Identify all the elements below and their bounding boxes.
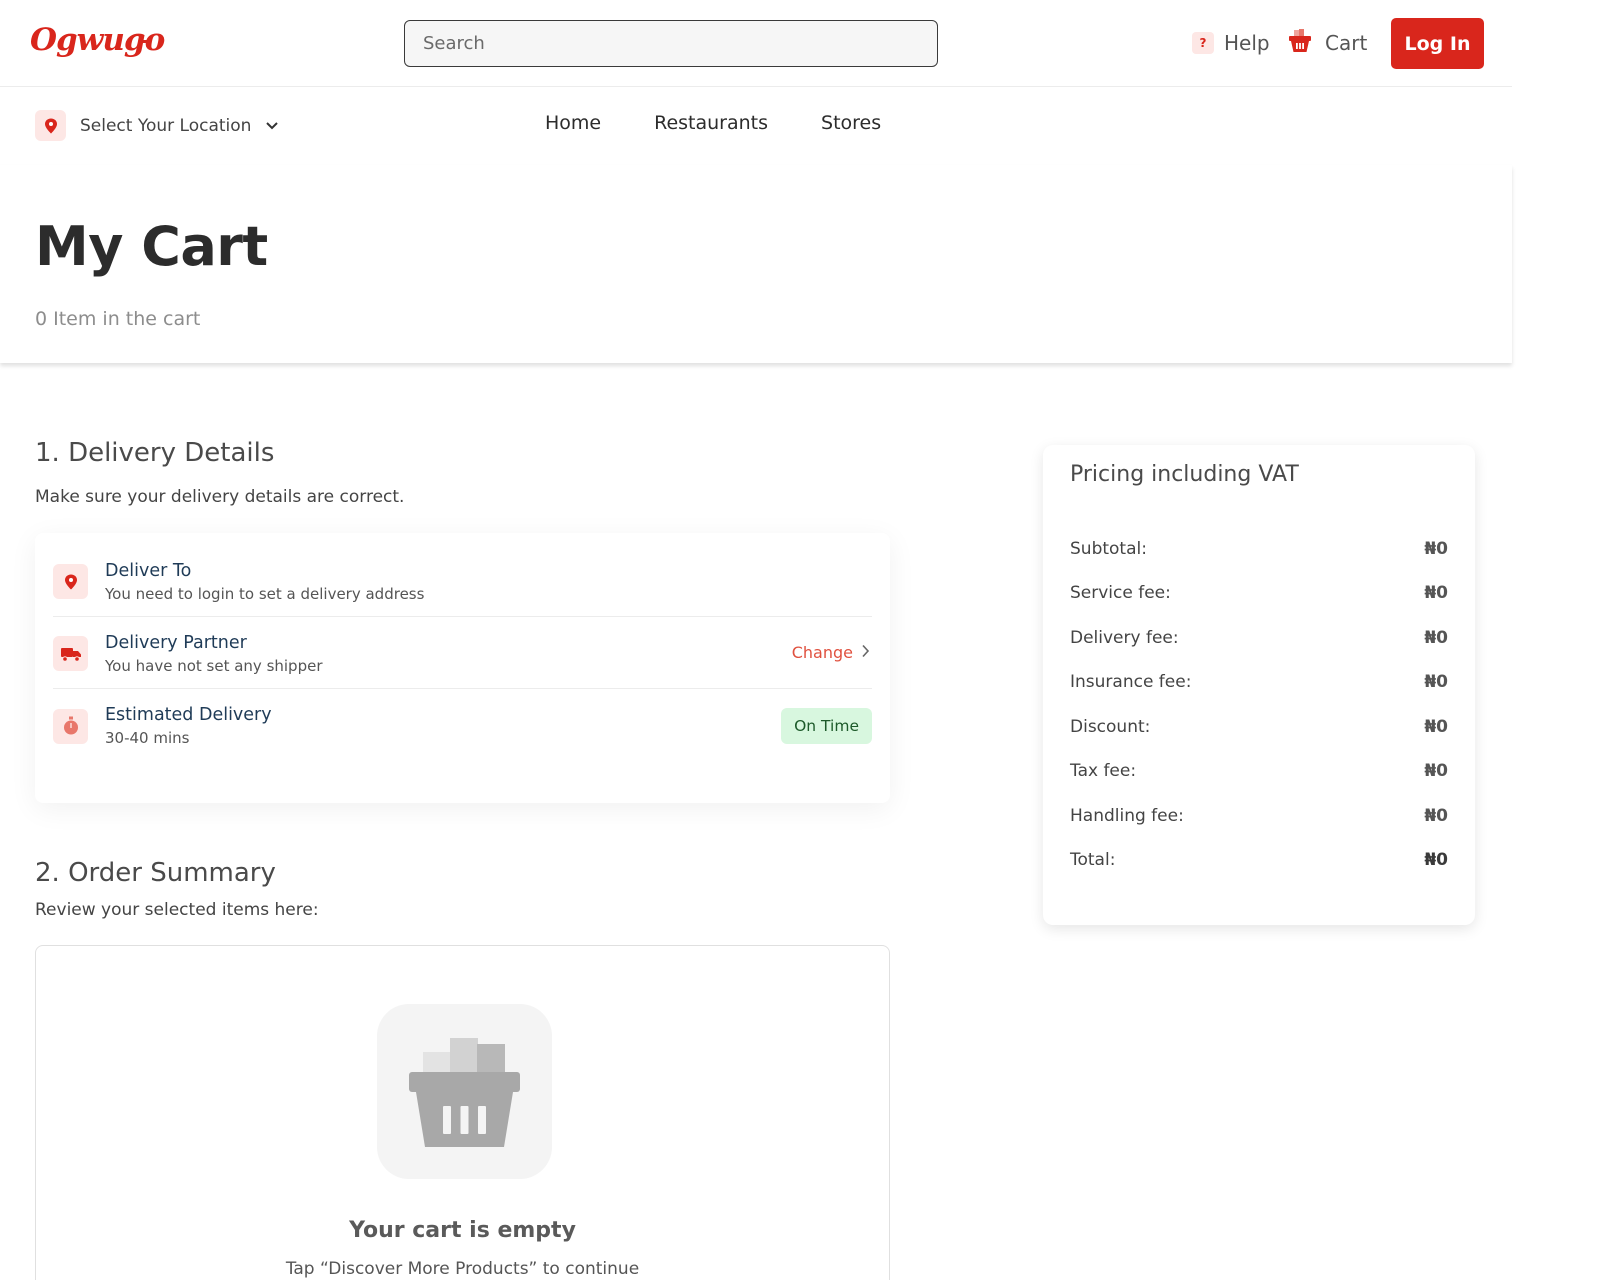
service-fee-label: Service fee: [1070, 583, 1171, 603]
order-summary-subtitle: Review your selected items here: [35, 900, 319, 920]
help-icon: ? [1192, 32, 1214, 54]
change-partner-button[interactable]: Change [792, 643, 870, 662]
page-title: My Cart [35, 215, 268, 278]
deliver-to-row[interactable]: Deliver To You need to login to set a de… [53, 547, 872, 617]
pricing-title: Pricing including VAT [1070, 462, 1299, 487]
delivery-section-title: 1. Delivery Details [35, 438, 275, 468]
handling-fee-value: ₦0 [1424, 806, 1448, 826]
change-label: Change [791, 643, 853, 662]
chevron-down-icon [265, 116, 279, 136]
tax-fee-label: Tax fee: [1070, 761, 1137, 781]
empty-cart-panel: Your cart is empty Tap “Discover More Pr… [35, 945, 890, 1280]
total-row: Total: ₦0 [1070, 850, 1448, 870]
location-pin-icon [35, 110, 66, 141]
order-summary-title: 2. Order Summary [35, 858, 276, 888]
estimated-delivery-row: Estimated Delivery 30-40 mins On Time [53, 691, 872, 761]
handling-fee-label: Handling fee: [1070, 806, 1184, 826]
subtotal-row: Subtotal: ₦0 [1070, 539, 1448, 559]
help-link[interactable]: ? Help [1192, 28, 1270, 58]
logo-swoosh [138, 40, 148, 43]
delivery-partner-row: Delivery Partner You have not set any sh… [53, 619, 872, 689]
cart-link[interactable]: Cart [1287, 28, 1367, 58]
service-fee-row: Service fee: ₦0 [1070, 583, 1448, 603]
nav-restaurants[interactable]: Restaurants [654, 112, 768, 134]
discount-row: Discount: ₦0 [1070, 717, 1448, 737]
chevron-right-icon [861, 643, 870, 662]
sub-navigation: Select Your Location Home Restaurants St… [0, 87, 1512, 165]
estimated-delivery-title: Estimated Delivery [105, 705, 272, 725]
delivery-section-subtitle: Make sure your delivery details are corr… [35, 487, 405, 507]
empty-cart-subtitle: Tap “Discover More Products” to continue [285, 1259, 640, 1279]
delivery-fee-value: ₦0 [1424, 628, 1448, 648]
help-label: Help [1224, 31, 1270, 55]
delivery-truck-icon [53, 636, 88, 671]
insurance-fee-value: ₦0 [1424, 672, 1448, 692]
cart-item-count: 0 Item in the cart [35, 308, 201, 330]
top-header: Ogwugo ? Help Cart Log In [0, 0, 1512, 87]
discount-value: ₦0 [1424, 717, 1448, 737]
delivery-partner-subtitle: You have not set any shipper [105, 656, 323, 675]
main-nav: Home Restaurants Stores [545, 112, 881, 134]
cart-hero: My Cart 0 Item in the cart [0, 165, 1512, 363]
deliver-to-subtitle: You need to login to set a delivery addr… [105, 584, 425, 603]
stopwatch-icon [53, 708, 88, 744]
search-input[interactable] [404, 20, 938, 67]
delivery-details-card: Deliver To You need to login to set a de… [35, 533, 890, 803]
empty-cart-title: Your cart is empty [349, 1218, 576, 1243]
discount-label: Discount: [1070, 717, 1151, 737]
total-label: Total: [1070, 850, 1116, 870]
empty-basket-icon [377, 1004, 552, 1179]
cart-label: Cart [1325, 31, 1368, 55]
location-pin-icon [53, 564, 88, 599]
location-label: Select Your Location [80, 115, 252, 136]
nav-stores[interactable]: Stores [821, 112, 881, 134]
handling-fee-row: Handling fee: ₦0 [1070, 806, 1448, 826]
subtotal-value: ₦0 [1424, 539, 1448, 559]
tax-fee-row: Tax fee: ₦0 [1070, 761, 1448, 781]
location-selector[interactable]: Select Your Location [35, 110, 279, 141]
subtotal-label: Subtotal: [1070, 539, 1147, 559]
estimated-delivery-time: 30-40 mins [105, 729, 190, 747]
nav-home[interactable]: Home [545, 112, 601, 134]
login-button[interactable]: Log In [1391, 18, 1484, 69]
tax-fee-value: ₦0 [1424, 761, 1448, 781]
total-value: ₦0 [1424, 850, 1448, 870]
insurance-fee-label: Insurance fee: [1070, 672, 1192, 692]
service-fee-value: ₦0 [1424, 583, 1448, 603]
delivery-fee-row: Delivery fee: ₦0 [1070, 628, 1448, 648]
on-time-badge: On Time [781, 708, 872, 744]
basket-icon [1287, 28, 1313, 59]
insurance-fee-row: Insurance fee: ₦0 [1070, 672, 1448, 692]
pricing-card: Pricing including VAT Subtotal: ₦0 Servi… [1043, 445, 1475, 925]
deliver-to-title: Deliver To [105, 560, 192, 581]
delivery-fee-label: Delivery fee: [1070, 628, 1179, 648]
delivery-partner-title: Delivery Partner [105, 632, 247, 653]
